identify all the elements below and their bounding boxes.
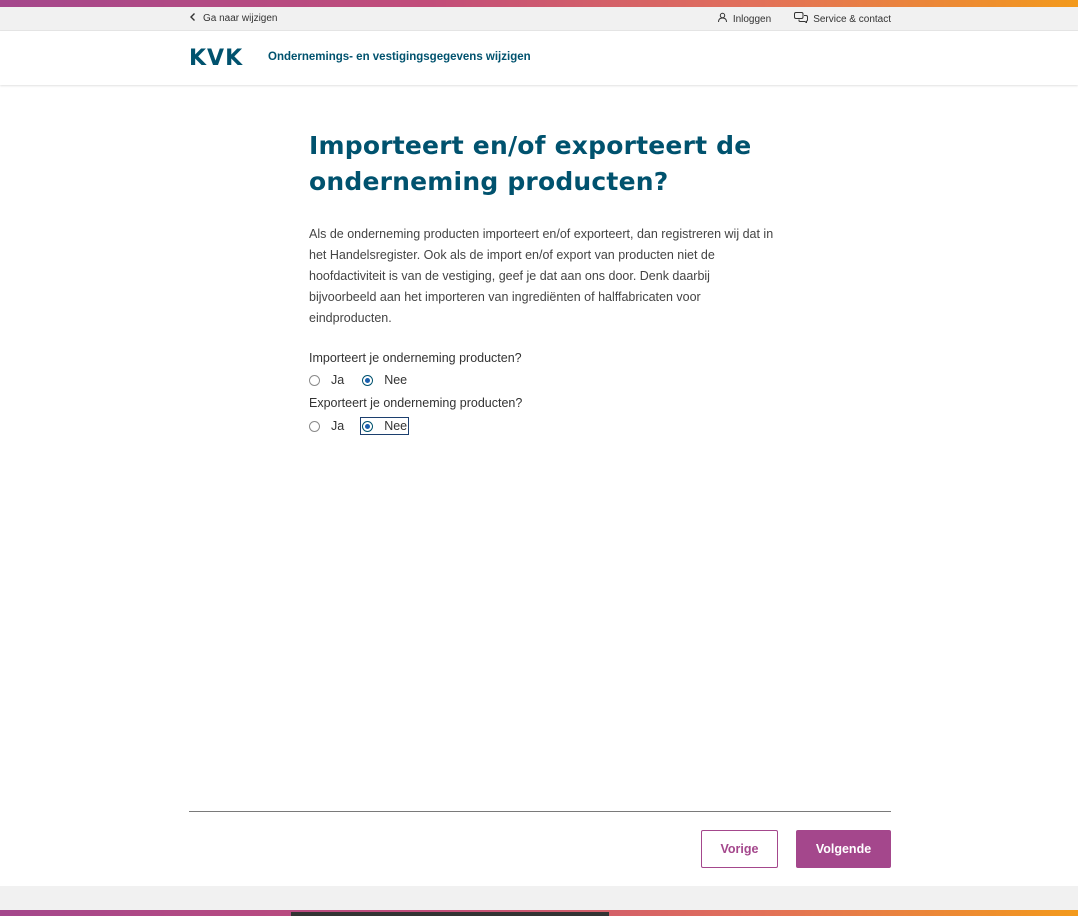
export-option-nee-label: Nee [384,419,408,433]
user-icon [717,12,728,26]
import-option-ja[interactable]: Ja [309,372,344,388]
intro-text: Als de onderneming producten importeert … [309,227,774,325]
chevron-left-icon [189,12,197,25]
import-radio-nee[interactable] [362,374,374,386]
main-content: Importeert en/of exporteert de ondernemi… [309,128,779,435]
export-option-ja-label: Ja [331,419,345,433]
export-radio-nee[interactable] [362,420,374,432]
top-brand-stripe [0,0,1078,7]
chat-bubbles-icon [794,12,809,26]
next-button[interactable]: Volgende [796,830,891,868]
kvk-logo[interactable]: KVK [189,48,243,70]
footer-divider [189,811,891,812]
export-option-ja[interactable]: Ja [309,418,344,434]
import-option-nee[interactable]: Nee [362,372,407,388]
import-radio-ja[interactable] [309,374,320,386]
export-radio-group: Ja Nee [309,417,779,435]
page-title: Importeert en/of exporteert de ondernemi… [309,128,779,200]
login-label: Inloggen [732,13,772,25]
utility-bar: Ga naar wijzigen Inloggen Service & cont… [0,7,1078,31]
import-radio-group: Ja Nee [309,372,779,388]
header-title: Ondernemings- en vestigingsgegevens wijz… [268,51,531,63]
export-option-nee[interactable]: Nee [360,417,410,435]
import-option-nee-label: Nee [384,373,408,387]
page-title-line-1: Importeert en/of exporteert de [309,131,752,160]
import-question-label: Importeert je onderneming producten? [309,351,522,365]
export-radio-ja[interactable] [309,420,320,432]
import-option-ja-label: Ja [331,373,345,387]
login-link[interactable]: Inloggen [717,12,771,26]
page-title-line-2: onderneming producten? [309,167,669,196]
back-link[interactable]: Ga naar wijzigen [189,12,277,25]
footer-area [0,886,1078,910]
previous-button[interactable]: Vorige [701,830,778,868]
bottom-dark-bar [291,912,609,916]
service-contact-label: Service & contact [813,13,891,25]
export-question-label: Exporteert je onderneming producten? [309,396,523,410]
service-contact-link[interactable]: Service & contact [794,12,891,26]
back-link-label: Ga naar wijzigen [203,13,278,24]
site-header: KVK Ondernemings- en vestigingsgegevens … [0,31,1078,85]
